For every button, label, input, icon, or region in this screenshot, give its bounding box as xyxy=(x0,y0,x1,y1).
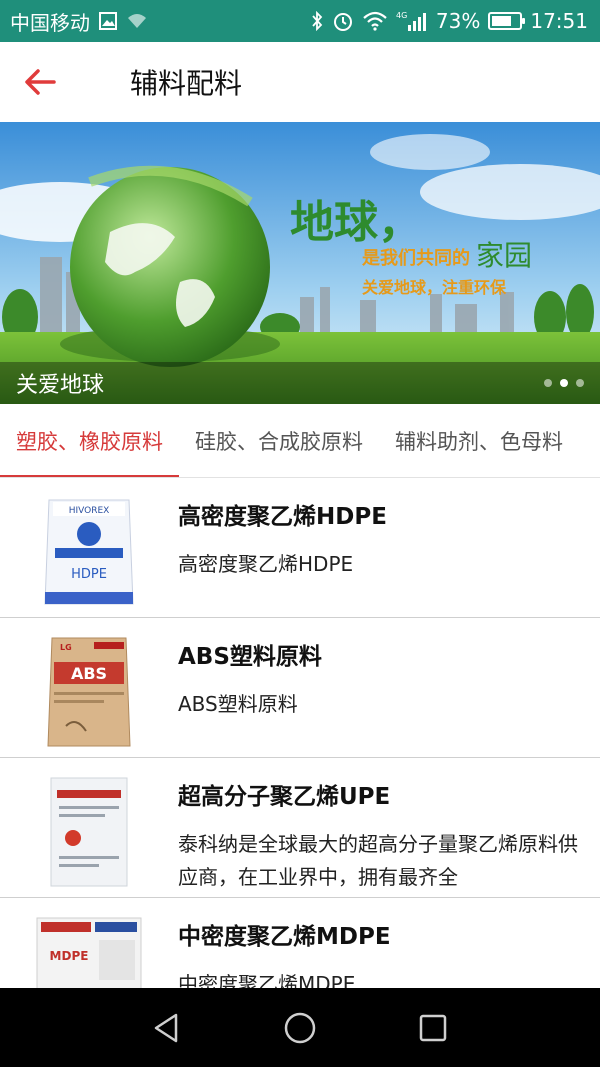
status-right: 4G 73% 17:51 xyxy=(310,9,588,33)
carousel-dot[interactable] xyxy=(576,379,584,387)
status-left: 中国移动 xyxy=(10,7,148,36)
upe-bag-image xyxy=(50,777,128,887)
bag-brand: HIVOREX xyxy=(69,506,110,516)
product-title: 中密度聚乙烯MDPE xyxy=(178,924,391,950)
bag-label: HDPE xyxy=(71,567,107,582)
battery-icon xyxy=(488,12,526,30)
battery-fill xyxy=(492,16,512,26)
banner-line1-emphasis: 家园 xyxy=(476,239,533,272)
bluetooth-icon xyxy=(310,10,324,32)
tab-additives-masterbatch[interactable]: 辅料助剂、色母料 xyxy=(379,404,579,477)
bag-brand: LG xyxy=(60,643,72,652)
tab-label: 塑胶、橡胶原料 xyxy=(16,429,163,454)
product-title: ABS塑料原料 xyxy=(178,644,322,670)
list-item[interactable]: LG ABS ABS塑料原料 ABS塑料原料 xyxy=(0,618,600,758)
banner-caption: 关爱地球 xyxy=(16,373,105,398)
item-text: 高密度聚乙烯HDPE 高密度聚乙烯HDPE xyxy=(178,496,600,581)
system-nav-bar xyxy=(0,988,600,1067)
list-item[interactable]: MDPE 中密度聚乙烯MDPE 中密度聚乙烯MDPE xyxy=(0,898,600,988)
nav-home-button[interactable] xyxy=(270,998,330,1058)
abs-bag-image: LG ABS xyxy=(47,637,131,747)
banner-line1: 是我们共同的 xyxy=(362,248,470,269)
tab-plastic-rubber[interactable]: 塑胶、橡胶原料 xyxy=(0,404,179,477)
product-thumbnail: LG ABS xyxy=(0,636,178,748)
alarm-icon xyxy=(332,10,354,32)
product-list: HIVOREX HDPE 高密度聚乙烯HDPE 高密度聚乙烯HDPE LG AB… xyxy=(0,478,600,988)
triangle-back-icon xyxy=(154,1013,177,1042)
square-recents-icon xyxy=(420,1014,447,1041)
image-notification-icon xyxy=(98,10,118,32)
bag-label: MDPE xyxy=(50,949,89,963)
product-description: 中密度聚乙烯MDPE xyxy=(178,972,356,988)
product-thumbnail: HIVOREX HDPE xyxy=(0,496,178,608)
banner-line2: 关爱地球，注重环保 xyxy=(362,278,507,297)
tab-label: 硅胶、合成胶原料 xyxy=(195,429,363,454)
cell-signal-icon: 4G xyxy=(396,10,428,32)
mdpe-bag-image: MDPE xyxy=(36,917,142,988)
product-description: 高密度聚乙烯HDPE xyxy=(178,552,354,576)
list-item[interactable]: HIVOREX HDPE 高密度聚乙烯HDPE 高密度聚乙烯HDPE xyxy=(0,478,600,618)
circle-home-icon xyxy=(284,1012,316,1043)
product-thumbnail: MDPE xyxy=(0,916,178,988)
tab-silicone-synthetic[interactable]: 硅胶、合成胶原料 xyxy=(179,404,379,477)
carousel-dot[interactable] xyxy=(560,379,568,387)
wifi-icon xyxy=(362,10,388,32)
category-tabs: 塑胶、橡胶原料 硅胶、合成胶原料 辅料助剂、色母料 xyxy=(0,404,600,478)
product-description: 泰科纳是全球最大的超高分子量聚乙烯原料供应商，在工业界中，拥有最齐全 xyxy=(178,832,578,889)
app-bar: 辅料配料 xyxy=(0,42,600,122)
battery-percent: 73% xyxy=(435,9,481,33)
promo-banner[interactable]: 地球， 是我们共同的 家园 关爱地球，注重环保 关爱地球 xyxy=(0,122,600,404)
carousel-dots xyxy=(544,379,584,387)
nav-back-button[interactable] xyxy=(137,998,197,1058)
clock-time: 17:51 xyxy=(530,9,588,33)
tab-label: 辅料助剂、色母料 xyxy=(395,429,563,454)
status-bar: 中国移动 4G 73% 17:51 xyxy=(0,0,600,42)
banner-headline: 地球， xyxy=(290,197,422,248)
carrier-name: 中国移动 xyxy=(10,10,90,35)
product-title: 超高分子聚乙烯UPE xyxy=(178,784,391,810)
wifi-signal-icon xyxy=(126,10,148,32)
nav-recents-button[interactable] xyxy=(403,998,463,1058)
list-item[interactable]: 超高分子聚乙烯UPE 泰科纳是全球最大的超高分子量聚乙烯原料供应商，在工业界中，… xyxy=(0,758,600,898)
page-title: 辅料配料 xyxy=(130,67,243,100)
bag-label: ABS xyxy=(71,664,107,683)
product-description: ABS塑料原料 xyxy=(178,692,298,716)
item-text: ABS塑料原料 ABS塑料原料 xyxy=(178,636,600,721)
hdpe-bag-image: HIVOREX HDPE xyxy=(44,499,134,605)
arrow-left-icon xyxy=(25,69,56,95)
banner-caption-bar: 关爱地球 xyxy=(0,362,600,404)
item-text: 中密度聚乙烯MDPE 中密度聚乙烯MDPE xyxy=(178,916,600,988)
carousel-dot[interactable] xyxy=(544,379,552,387)
item-text: 超高分子聚乙烯UPE 泰科纳是全球最大的超高分子量聚乙烯原料供应商，在工业界中，… xyxy=(178,776,600,894)
product-thumbnail xyxy=(0,776,178,888)
back-button[interactable] xyxy=(0,42,80,122)
product-title: 高密度聚乙烯HDPE xyxy=(178,504,387,530)
network-type: 4G xyxy=(396,11,407,20)
